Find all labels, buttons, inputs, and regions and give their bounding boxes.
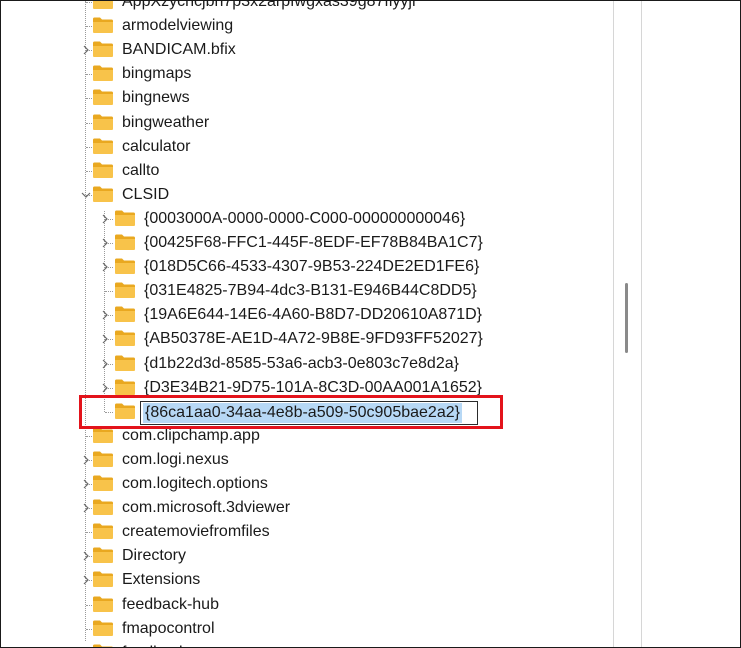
folder-icon (92, 570, 114, 588)
folder-icon (92, 546, 114, 564)
tree-item[interactable]: callto (1, 159, 601, 183)
chevron-right-icon[interactable] (98, 233, 112, 253)
tree-item[interactable]: com.logi.nexus (1, 448, 601, 472)
chevron-right-icon[interactable] (98, 354, 112, 374)
folder-icon (92, 619, 114, 637)
folder-icon (92, 161, 114, 179)
tree-item-label: feedback-hub (122, 595, 219, 613)
tree-item[interactable]: {19A6E644-14E6-4A60-B8D7-DD20610A871D} (1, 303, 601, 327)
folder-icon (114, 281, 136, 299)
tree-item-label: callto (122, 161, 160, 179)
folder-icon (92, 450, 114, 468)
tree-item-label: {AB50378E-AE1D-4A72-9B8E-9FD93FF52027} (144, 330, 483, 348)
folder-icon (92, 185, 114, 203)
tree-item-label: {018D5C66-4533-4307-9B53-224DE2ED1FE6} (144, 258, 480, 276)
folder-icon (92, 40, 114, 58)
chevron-right-icon[interactable] (79, 40, 93, 60)
values-pane (642, 1, 740, 647)
tree-item-label: Extensions (122, 571, 201, 589)
tree-item[interactable]: {0003000A-0000-0000-C000-000000000046} (1, 207, 601, 231)
tree-item[interactable]: {031E4825-7B94-4dc3-B131-E946B44C8DD5} (1, 279, 601, 303)
folder-icon (114, 209, 136, 227)
chevron-down-icon[interactable] (79, 185, 93, 205)
registry-editor-window: AppXzychcjbh7p3x2arpfwgxas39g87fiyyjr arm… (0, 0, 741, 648)
tree-item-label: bingmaps (122, 65, 192, 83)
folder-icon (92, 474, 114, 492)
folder-icon (92, 643, 114, 647)
tree-item-label: feedback (122, 643, 187, 647)
chevron-right-icon[interactable] (79, 498, 93, 518)
folder-icon (114, 233, 136, 251)
tree-item[interactable]: AppXzychcjbh7p3x2arpfwgxas39g87fiyyjr (1, 1, 601, 14)
chevron-right-icon[interactable] (98, 305, 112, 325)
tree-item-label: com.clipchamp.app (122, 426, 260, 444)
chevron-right-icon[interactable] (79, 450, 93, 470)
tree-item[interactable]: Directory (1, 544, 601, 568)
tree-item-label: bingweather (122, 113, 210, 131)
tree-item[interactable]: com.microsoft.3dviewer (1, 496, 601, 520)
chevron-right-icon[interactable] (79, 570, 93, 590)
folder-icon (114, 305, 136, 323)
chevron-right-icon[interactable] (98, 329, 112, 349)
tree-item[interactable]: bingweather (1, 111, 601, 135)
tree-item[interactable]: bingmaps (1, 62, 601, 86)
tree-item[interactable]: createmoviefromfiles (1, 520, 601, 544)
chevron-right-icon[interactable] (98, 209, 112, 229)
tree-item-label: {031E4825-7B94-4dc3-B131-E946B44C8DD5} (144, 282, 477, 300)
tree-item[interactable]: {00425F68-FFC1-445F-8EDF-EF78B84BA1C7} (1, 231, 601, 255)
tree-item-label: createmoviefromfiles (122, 523, 270, 541)
tree-connector-line (105, 291, 113, 293)
folder-icon (92, 522, 114, 540)
tree-item[interactable]: com.logitech.options (1, 472, 601, 496)
tree-item-label: calculator (122, 137, 191, 155)
folder-icon (92, 64, 114, 82)
scrollbar-thumb[interactable] (625, 283, 628, 353)
tree-item[interactable]: feedback (1, 641, 601, 647)
tree-item[interactable]: {018D5C66-4533-4307-9B53-224DE2ED1FE6} (1, 255, 601, 279)
tree-item-label: bingnews (122, 89, 190, 107)
tree-item[interactable]: {d1b22d3d-8585-53a6-acb3-0e803c7e8d2a} (1, 352, 601, 376)
tree-item-label: {00425F68-FFC1-445F-8EDF-EF78B84BA1C7} (144, 234, 483, 251)
tree-item[interactable]: fmapocontrol (1, 617, 601, 641)
pane-divider (613, 1, 614, 647)
chevron-right-icon[interactable] (79, 546, 93, 566)
tree-item-label: Directory (122, 547, 187, 565)
folder-icon (114, 378, 136, 396)
tree-item-label: {0003000A-0000-0000-C000-000000000046} (144, 209, 466, 227)
tree-item-label: {d1b22d3d-8585-53a6-acb3-0e803c7e8d2a} (144, 354, 459, 372)
folder-icon (92, 137, 114, 155)
tree-item-label: CLSID (122, 185, 170, 203)
folder-icon (92, 498, 114, 516)
tree-scrollbar[interactable] (615, 1, 641, 647)
tree-item[interactable]: calculator (1, 135, 601, 159)
tree-item-label: armodelviewing (122, 17, 234, 35)
tree-item-label: com.microsoft.3dviewer (122, 499, 291, 517)
folder-icon (114, 329, 136, 347)
tree-item-label: {19A6E644-14E6-4A60-B8D7-DD20610A871D} (144, 306, 483, 324)
chevron-right-icon[interactable] (79, 474, 93, 494)
tree-item[interactable]: feedback-hub (1, 593, 601, 617)
tree-item[interactable]: bingnews (1, 86, 601, 110)
tree-item[interactable]: Extensions (1, 568, 601, 592)
folder-icon (114, 354, 136, 372)
tree-item[interactable]: BANDICAM.bfix (1, 38, 601, 62)
folder-icon (92, 88, 114, 106)
folder-icon (92, 113, 114, 131)
folder-icon (114, 257, 136, 275)
folder-icon (92, 1, 114, 10)
tree-item[interactable]: CLSID (1, 183, 601, 207)
tree-item-label: com.logi.nexus (122, 450, 229, 468)
folder-icon (92, 16, 114, 34)
tree-item-label: fmapocontrol (122, 619, 215, 637)
folder-icon (92, 595, 114, 613)
registry-key-tree: AppXzychcjbh7p3x2arpfwgxas39g87fiyyjr arm… (1, 1, 613, 647)
highlight-box (79, 394, 503, 429)
tree-item-label: BANDICAM.bfix (122, 41, 236, 59)
tree-item-label: AppXzychcjbh7p3x2arpfwgxas39g87fiyyjr (122, 1, 418, 10)
tree-item[interactable]: {AB50378E-AE1D-4A72-9B8E-9FD93FF52027} (1, 327, 601, 351)
chevron-right-icon[interactable] (98, 257, 112, 277)
tree-item-label: com.logitech.options (122, 475, 268, 492)
tree-item[interactable]: armodelviewing (1, 14, 601, 38)
